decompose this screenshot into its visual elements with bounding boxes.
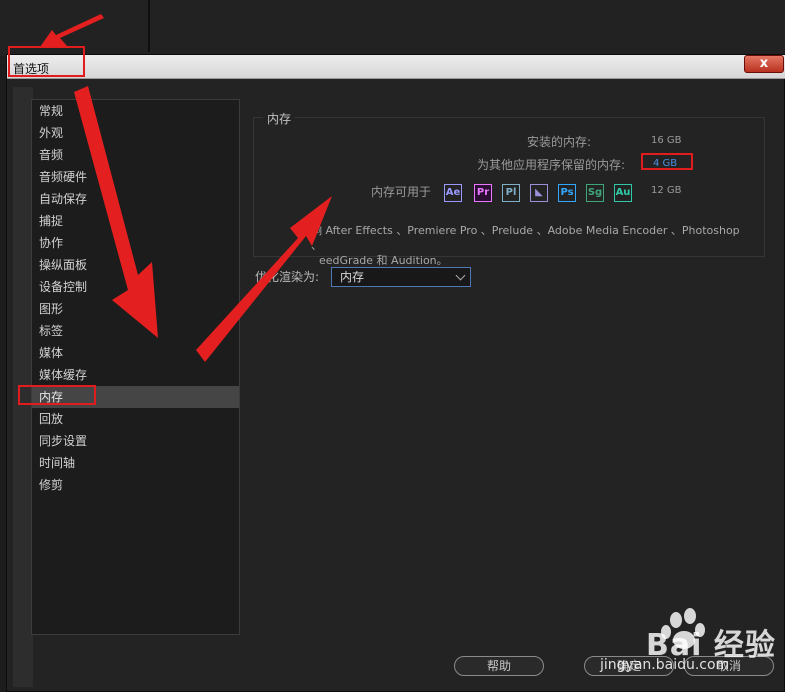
arrow-up-to-reserved-memory [196,196,332,362]
arrow-to-title [40,14,104,47]
watermark-url: jingyan.baidu.com [600,657,730,673]
arrow-down-to-memory-item [74,86,158,338]
annotation-arrows [40,14,332,362]
